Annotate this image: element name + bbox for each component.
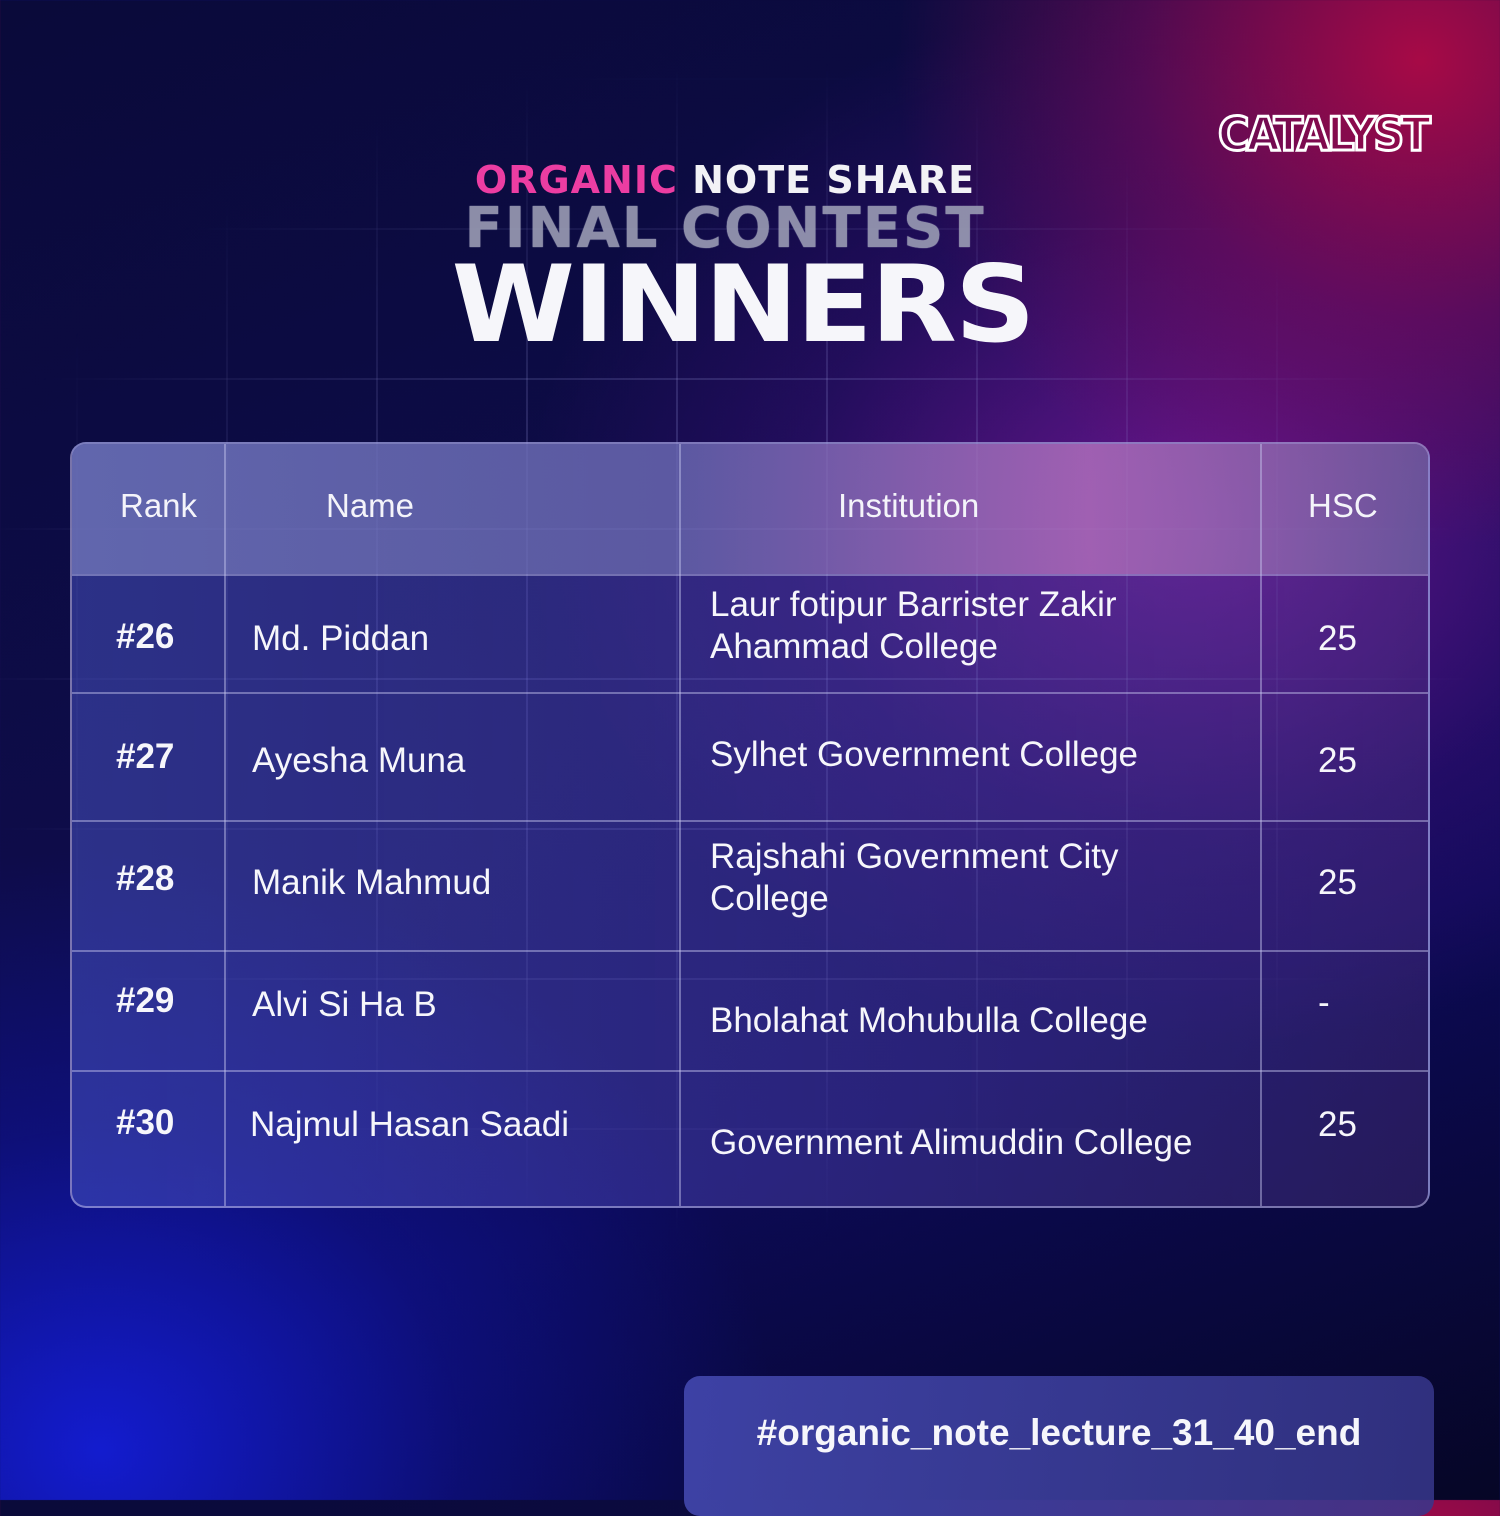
table-row: #28 Manik Mahmud Rajshahi Government Cit… <box>72 820 1428 950</box>
rank-cell: #29 <box>116 981 175 1020</box>
institution-line: Bholahat Mohubulla College <box>710 1001 1148 1040</box>
column-divider <box>1260 444 1262 1206</box>
hsc-cell: 25 <box>1318 863 1357 902</box>
hsc-cell: 25 <box>1318 741 1357 780</box>
header-institution: Institution <box>838 487 980 524</box>
institution-cell: Laur fotipur Barrister Zakir Ahammad Col… <box>710 584 1117 668</box>
name-cell: Md. Piddan <box>252 619 430 658</box>
institution-line: Government Alimuddin College <box>710 1123 1193 1162</box>
hashtag-badge: #organic_note_lecture_31_40_end <box>684 1376 1434 1516</box>
hsc-cell: - <box>1318 983 1330 1022</box>
title-winners: WINNERS <box>451 243 1035 367</box>
name-cell: Manik Mahmud <box>252 863 492 902</box>
column-divider <box>224 444 226 1206</box>
header-rank: Rank <box>120 487 198 524</box>
header-name: Name <box>326 487 415 524</box>
name-cell: Alvi Si Ha B <box>252 985 437 1024</box>
name-cell: Ayesha Muna <box>252 741 466 780</box>
catalyst-logo: CATALYST <box>1218 108 1432 158</box>
institution-cell: Rajshahi Government City College <box>710 836 1119 920</box>
winners-table: Rank Name Institution HSC #26 Md. Piddan… <box>70 442 1430 1208</box>
rank-cell: #27 <box>116 737 175 776</box>
institution-line: Rajshahi Government City <box>710 837 1119 876</box>
logo-text: CATALYST <box>1218 108 1431 158</box>
institution-cell: Bholahat Mohubulla College <box>710 1000 1148 1042</box>
institution-line: College <box>710 879 829 918</box>
institution-line: Sylhet Government College <box>710 735 1138 774</box>
institution-line: Laur fotipur Barrister Zakir <box>710 585 1117 624</box>
hsc-cell: 25 <box>1318 1105 1357 1144</box>
hsc-cell: 25 <box>1318 619 1357 658</box>
table-row: #30 Najmul Hasan Saadi Government Alimud… <box>72 1070 1428 1206</box>
table-row: #29 Alvi Si Ha B Bholahat Mohubulla Coll… <box>72 950 1428 1072</box>
rank-cell: #30 <box>116 1103 175 1142</box>
institution-cell: Sylhet Government College <box>710 734 1138 776</box>
institution-cell: Government Alimuddin College <box>710 1122 1192 1164</box>
header-hsc: HSC <box>1308 487 1378 524</box>
name-cell: Najmul Hasan Saadi <box>250 1105 570 1144</box>
column-divider <box>679 444 681 1206</box>
institution-line: Ahammad College <box>710 627 998 666</box>
table-row: #27 Ayesha Muna Sylhet Government Colleg… <box>72 692 1428 820</box>
hashtag-text: #organic_note_lecture_31_40_end <box>756 1412 1362 1453</box>
table-header <box>72 444 1428 574</box>
rank-cell: #28 <box>116 859 175 898</box>
table-row: #26 Md. Piddan Laur fotipur Barrister Za… <box>72 574 1428 694</box>
rank-cell: #26 <box>116 617 175 656</box>
